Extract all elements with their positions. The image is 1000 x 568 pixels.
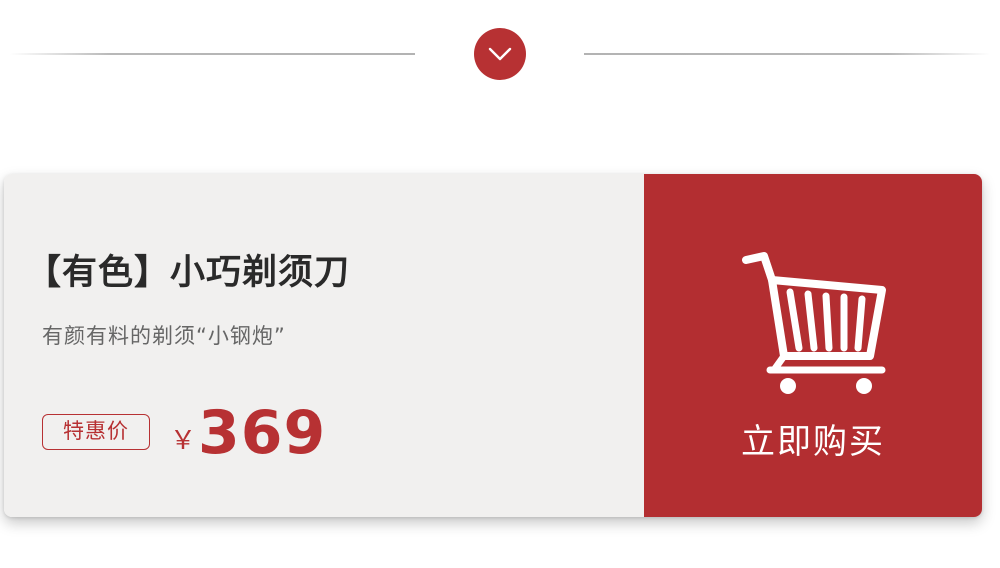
product-promo-page: 【有色】小巧剃须刀 有颜有料的剃须“小钢炮” 特惠价 ￥ 369 立即购买 — [0, 0, 1000, 568]
divider-line-right — [584, 53, 990, 55]
shopping-cart-icon — [742, 252, 886, 394]
buy-now-label: 立即购买 — [741, 422, 885, 462]
product-subtitle: 有颜有料的剃须“小钢炮” — [42, 324, 286, 348]
price-value: 369 — [198, 398, 327, 468]
price-currency: ￥ — [170, 426, 197, 456]
product-title: 【有色】小巧剃须刀 — [26, 253, 351, 293]
expand-button[interactable] — [474, 28, 526, 80]
price-tag-badge: 特惠价 — [42, 414, 150, 450]
buy-now-button[interactable]: 立即购买 — [644, 174, 982, 517]
divider-line-left — [10, 53, 415, 55]
chevron-down-icon — [488, 47, 512, 61]
